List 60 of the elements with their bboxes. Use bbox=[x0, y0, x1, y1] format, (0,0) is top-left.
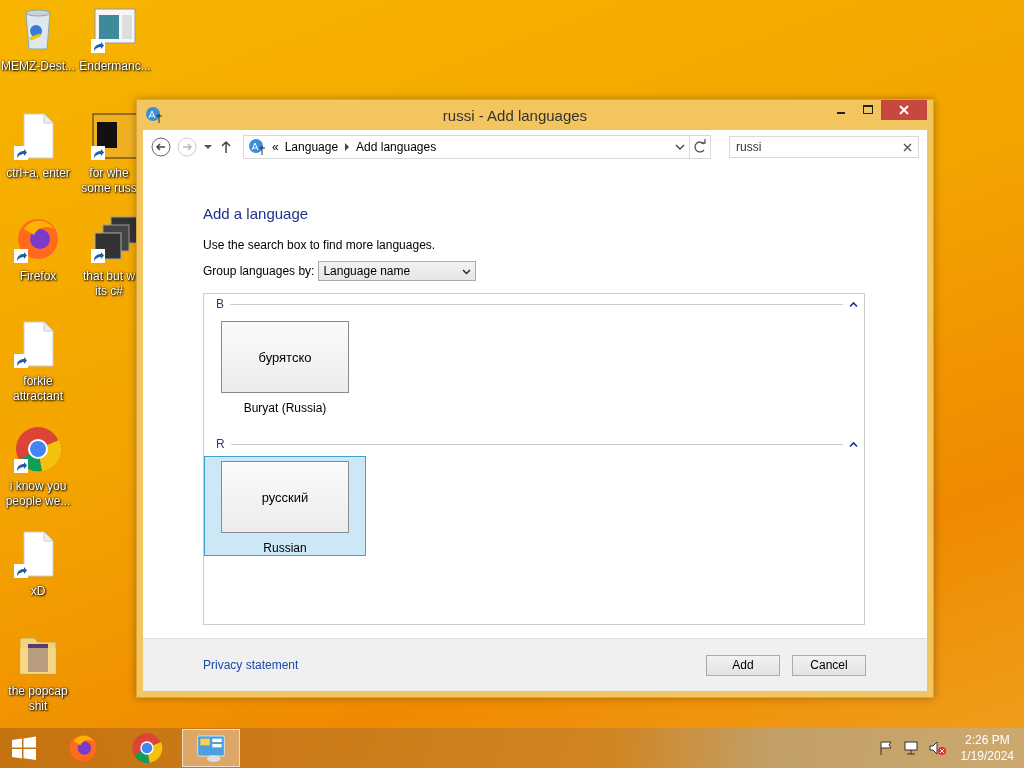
page-heading: Add a language bbox=[203, 205, 310, 222]
flag-icon[interactable] bbox=[878, 740, 895, 756]
desktop-icon-label: i know you people we... bbox=[4, 479, 72, 509]
native-name-box: бурятско bbox=[221, 321, 349, 393]
breadcrumb-item[interactable]: Language bbox=[284, 140, 339, 154]
time-text: 2:26 PM bbox=[964, 732, 1010, 748]
app-icon[interactable] bbox=[91, 112, 139, 160]
group-by-label: Group languages by: bbox=[203, 264, 315, 278]
privacy-link[interactable]: Privacy statement bbox=[203, 658, 299, 672]
firefox-icon bbox=[67, 732, 99, 764]
muted-speaker-icon[interactable] bbox=[928, 740, 947, 756]
native-name-box: русский bbox=[221, 461, 349, 533]
search-text: russi bbox=[736, 140, 763, 154]
language-tile[interactable]: бурятско Buryat (Russia) bbox=[204, 316, 366, 416]
desktop-icon-label: forkie attractant bbox=[12, 374, 64, 404]
collapse-chevron-icon[interactable] bbox=[849, 440, 858, 448]
language-icon bbox=[248, 138, 266, 156]
group-letter: R bbox=[216, 437, 225, 451]
chrome-icon[interactable] bbox=[14, 425, 62, 473]
up-arrow-icon[interactable] bbox=[219, 140, 233, 154]
address-bar[interactable]: « Language Add languages bbox=[243, 135, 690, 159]
maximize-icon bbox=[862, 105, 873, 115]
desktop-icon-label: MEMZ-Dest... bbox=[0, 59, 76, 74]
back-icon[interactable] bbox=[151, 137, 171, 157]
search-field[interactable]: russi bbox=[729, 136, 919, 158]
instruction-text: Use the search box to find more languages. bbox=[203, 238, 437, 252]
chevron-down-icon[interactable] bbox=[675, 142, 685, 152]
desktop-icon-label: that but w its c# bbox=[82, 269, 136, 299]
collapse-chevron-icon[interactable] bbox=[849, 300, 858, 308]
control-panel-icon bbox=[195, 732, 227, 764]
refresh-icon[interactable] bbox=[690, 135, 711, 159]
desktop-icon-label: for whe some russ bbox=[81, 166, 137, 196]
language-name: Buryat (Russia) bbox=[243, 401, 327, 415]
desktop-icon-label: the popcap shit bbox=[7, 684, 69, 714]
group-letter: B bbox=[216, 297, 224, 311]
close-icon bbox=[899, 105, 909, 115]
taskbar-button[interactable] bbox=[182, 729, 240, 767]
desktop-icon-label: ctrl+a, enter bbox=[5, 166, 71, 181]
language-icon bbox=[145, 106, 163, 124]
clear-icon[interactable] bbox=[903, 142, 912, 152]
network-icon[interactable] bbox=[902, 740, 921, 756]
stacked-windows-icon[interactable] bbox=[91, 215, 139, 263]
overflow-chevron[interactable]: « bbox=[272, 140, 279, 154]
minimize-icon bbox=[836, 112, 845, 114]
desktop-icon-label: xD bbox=[29, 584, 47, 599]
language-name: Russian bbox=[263, 541, 307, 555]
app-window-icon[interactable] bbox=[91, 5, 139, 53]
dropdown-icon[interactable] bbox=[203, 142, 213, 152]
language-tile[interactable]: русский Russian bbox=[204, 456, 366, 556]
desktop-icon-label: Endermanc... bbox=[78, 59, 152, 74]
breadcrumb-item[interactable]: Add languages bbox=[356, 140, 437, 154]
window-title: russi - Add languages bbox=[441, 106, 589, 124]
group-by-dropdown[interactable]: Language name bbox=[318, 261, 477, 281]
desktop-icon-label: Firefox bbox=[18, 269, 58, 284]
breadcrumb-separator-icon[interactable] bbox=[344, 143, 351, 151]
add-button[interactable]: Add bbox=[706, 654, 780, 676]
chrome-icon bbox=[131, 732, 163, 764]
close-button[interactable] bbox=[881, 100, 927, 120]
date-text: 1/19/2024 bbox=[960, 748, 1014, 764]
cancel-button[interactable]: Cancel bbox=[792, 654, 866, 676]
